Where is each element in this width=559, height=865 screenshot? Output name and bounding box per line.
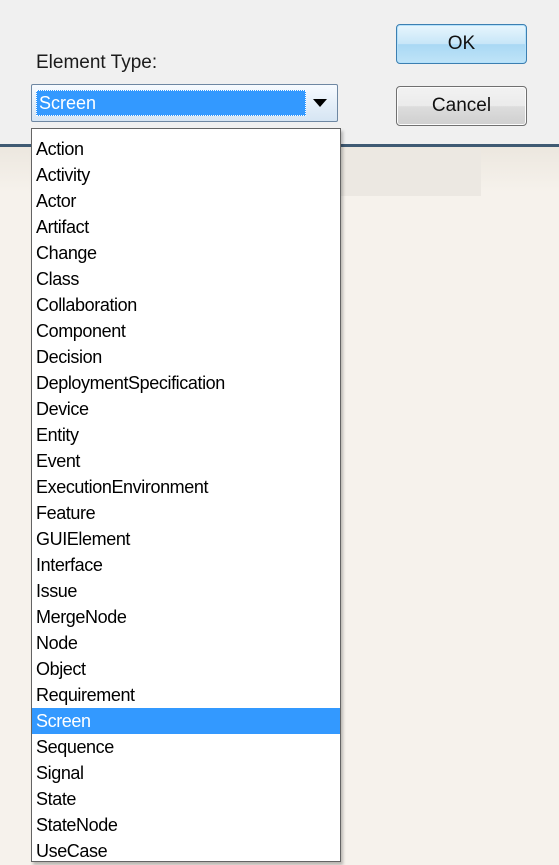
element-type-label: Element Type:: [36, 52, 158, 73]
dropdown-item-screen[interactable]: Screen: [32, 708, 340, 734]
dropdown-item-mergenode[interactable]: MergeNode: [32, 604, 340, 630]
dropdown-item-action[interactable]: Action: [32, 136, 340, 162]
element-type-combobox[interactable]: Screen: [31, 84, 338, 122]
ok-button[interactable]: OK: [396, 24, 527, 64]
dropdown-item-node[interactable]: Node: [32, 630, 340, 656]
cancel-button[interactable]: Cancel: [396, 86, 527, 126]
dropdown-item-state[interactable]: State: [32, 786, 340, 812]
dropdown-item-sequence[interactable]: Sequence: [32, 734, 340, 760]
dropdown-item-actor[interactable]: Actor: [32, 188, 340, 214]
dropdown-item-change[interactable]: Change: [32, 240, 340, 266]
dropdown-item-artifact[interactable]: Artifact: [32, 214, 340, 240]
combobox-selected-value: Screen: [36, 90, 306, 116]
dropdown-item-requirement[interactable]: Requirement: [32, 682, 340, 708]
dropdown-item-device[interactable]: Device: [32, 396, 340, 422]
dropdown-item-signal[interactable]: Signal: [32, 760, 340, 786]
dropdown-item-guielement[interactable]: GUIElement: [32, 526, 340, 552]
dropdown-item-activity[interactable]: Activity: [32, 162, 340, 188]
dropdown-item-deploymentspecification[interactable]: DeploymentSpecification: [32, 370, 340, 396]
dropdown-item-interface[interactable]: Interface: [32, 552, 340, 578]
element-type-dialog: Element Type: Screen OK Cancel: [0, 0, 559, 147]
chevron-down-icon[interactable]: [313, 99, 327, 107]
dropdown-item-event[interactable]: Event: [32, 448, 340, 474]
dropdown-item-collaboration[interactable]: Collaboration: [32, 292, 340, 318]
dropdown-item-usecase[interactable]: UseCase: [32, 838, 340, 864]
dropdown-item-entity[interactable]: Entity: [32, 422, 340, 448]
element-type-dropdown-list[interactable]: Action Activity Actor Artifact Change Class Co…: [31, 128, 341, 862]
dropdown-item-class[interactable]: Class: [32, 266, 340, 292]
dropdown-item-statenode[interactable]: StateNode: [32, 812, 340, 838]
dropdown-item-component[interactable]: Component: [32, 318, 340, 344]
dropdown-item-executionenvironment[interactable]: ExecutionEnvironment: [32, 474, 340, 500]
dropdown-item-feature[interactable]: Feature: [32, 500, 340, 526]
dropdown-item-issue[interactable]: Issue: [32, 578, 340, 604]
background-fragment: [341, 150, 481, 196]
dropdown-item-decision[interactable]: Decision: [32, 344, 340, 370]
dropdown-item-object[interactable]: Object: [32, 656, 340, 682]
